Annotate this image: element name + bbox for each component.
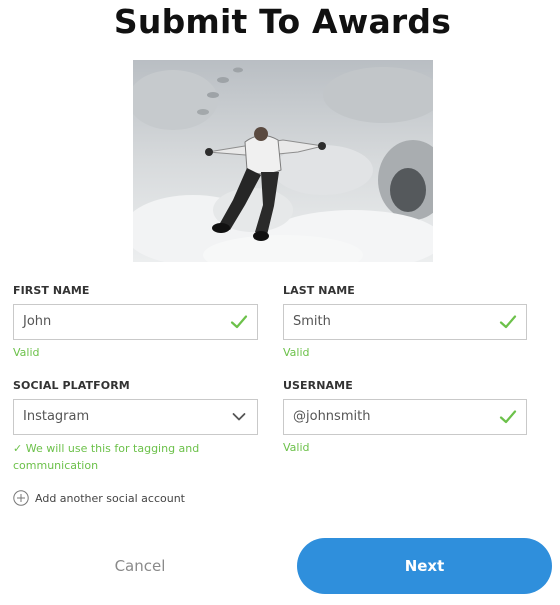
- social-platform-select[interactable]: Instagram: [13, 399, 258, 435]
- add-social-account-label: Add another social account: [35, 491, 185, 505]
- add-social-account-button[interactable]: Add another social account: [13, 489, 185, 507]
- first-name-label: FIRST NAME: [13, 284, 90, 297]
- check-icon: [230, 315, 248, 329]
- first-name-valid: Valid: [13, 346, 40, 359]
- cancel-button[interactable]: Cancel: [60, 550, 220, 582]
- next-button[interactable]: Next: [297, 538, 552, 594]
- social-platform-value: Instagram: [23, 409, 90, 424]
- social-platform-hint: ✓ We will use this for tagging and commu…: [13, 442, 200, 472]
- username-field[interactable]: @johnsmith: [283, 399, 527, 435]
- last-name-value: Smith: [293, 314, 331, 329]
- submission-photo: [133, 60, 433, 262]
- social-platform-label: SOCIAL PLATFORM: [13, 379, 130, 392]
- check-icon: [499, 315, 517, 329]
- username-label: USERNAME: [283, 379, 353, 392]
- first-name-field[interactable]: John: [13, 304, 258, 340]
- chevron-down-icon[interactable]: [232, 412, 246, 422]
- last-name-field[interactable]: Smith: [283, 304, 527, 340]
- last-name-label: LAST NAME: [283, 284, 355, 297]
- check-icon: [499, 410, 517, 424]
- last-name-valid: Valid: [283, 346, 310, 359]
- first-name-value: John: [23, 314, 52, 329]
- username-valid: Valid: [283, 441, 310, 454]
- page-title: Submit To Awards: [113, 2, 452, 41]
- plus-circle-icon: [13, 490, 29, 506]
- username-value: @johnsmith: [293, 409, 371, 424]
